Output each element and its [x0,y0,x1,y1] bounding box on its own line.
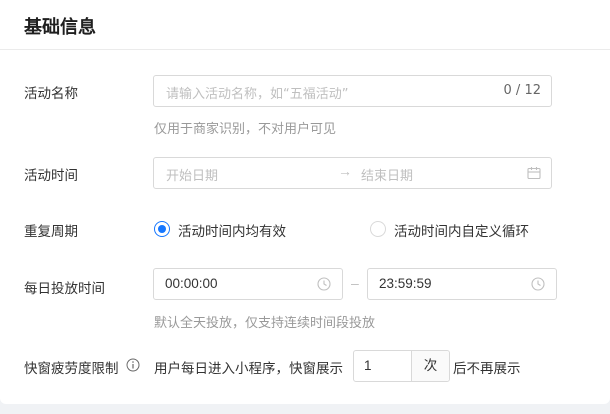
popup-limit-suffix: 后不再展示 [453,361,521,377]
daily-start-time-picker[interactable]: 00:00:00 [153,268,343,300]
daily-end-time-picker[interactable]: 23:59:59 [367,268,557,300]
repeat-cycle-label: 重复周期 [24,224,78,240]
radio-label-valid-throughout[interactable]: 活动时间内均有效 [178,220,286,240]
activity-name-counter: 0 / 12 [503,83,541,98]
info-icon[interactable] [126,358,140,377]
activity-name-input[interactable]: 请输入活动名称，如“五福活动” 0 / 12 [153,75,552,107]
activity-name-placeholder: 请输入活动名称，如“五福活动” [166,87,349,102]
popup-count-value: 1 [364,358,372,373]
popup-limit-label: 快窗疲劳度限制 [24,361,119,377]
daily-time-label: 每日投放时间 [24,281,105,297]
activity-time-label: 活动时间 [24,168,78,184]
start-date-placeholder: 开始日期 [166,169,219,184]
calendar-icon[interactable] [527,166,541,185]
popup-count-input[interactable]: 1 次 [353,350,450,382]
card-header: 基础信息 [0,4,610,50]
section-title: 基础信息 [24,17,96,38]
daily-time-help: 默认全天投放，仅支持连续时间段投放 [154,316,376,331]
daily-start-time-value: 00:00:00 [165,276,218,291]
activity-name-label: 活动名称 [24,86,78,102]
popup-limit-prefix: 用户每日进入小程序，快窗展示 [154,361,343,377]
end-date-placeholder: 结束日期 [361,169,414,184]
radio-label-custom-cycle[interactable]: 活动时间内自定义循环 [394,220,529,240]
basic-info-card: 基础信息 活动名称 请输入活动名称，如“五福活动” 0 / 12 仅用于商家识别… [0,0,610,404]
activity-date-range-picker[interactable]: 开始日期 → 结束日期 [153,157,552,189]
range-arrow-icon: → [338,163,352,179]
clock-icon[interactable] [317,277,331,296]
radio-custom-cycle[interactable] [370,221,386,237]
clock-icon[interactable] [531,277,545,296]
daily-end-time-value: 23:59:59 [379,276,432,291]
time-range-separator: – [351,275,359,291]
radio-valid-throughout[interactable] [154,221,170,237]
activity-name-help: 仅用于商家识别，不对用户可见 [154,122,337,137]
popup-count-unit: 次 [411,351,449,381]
